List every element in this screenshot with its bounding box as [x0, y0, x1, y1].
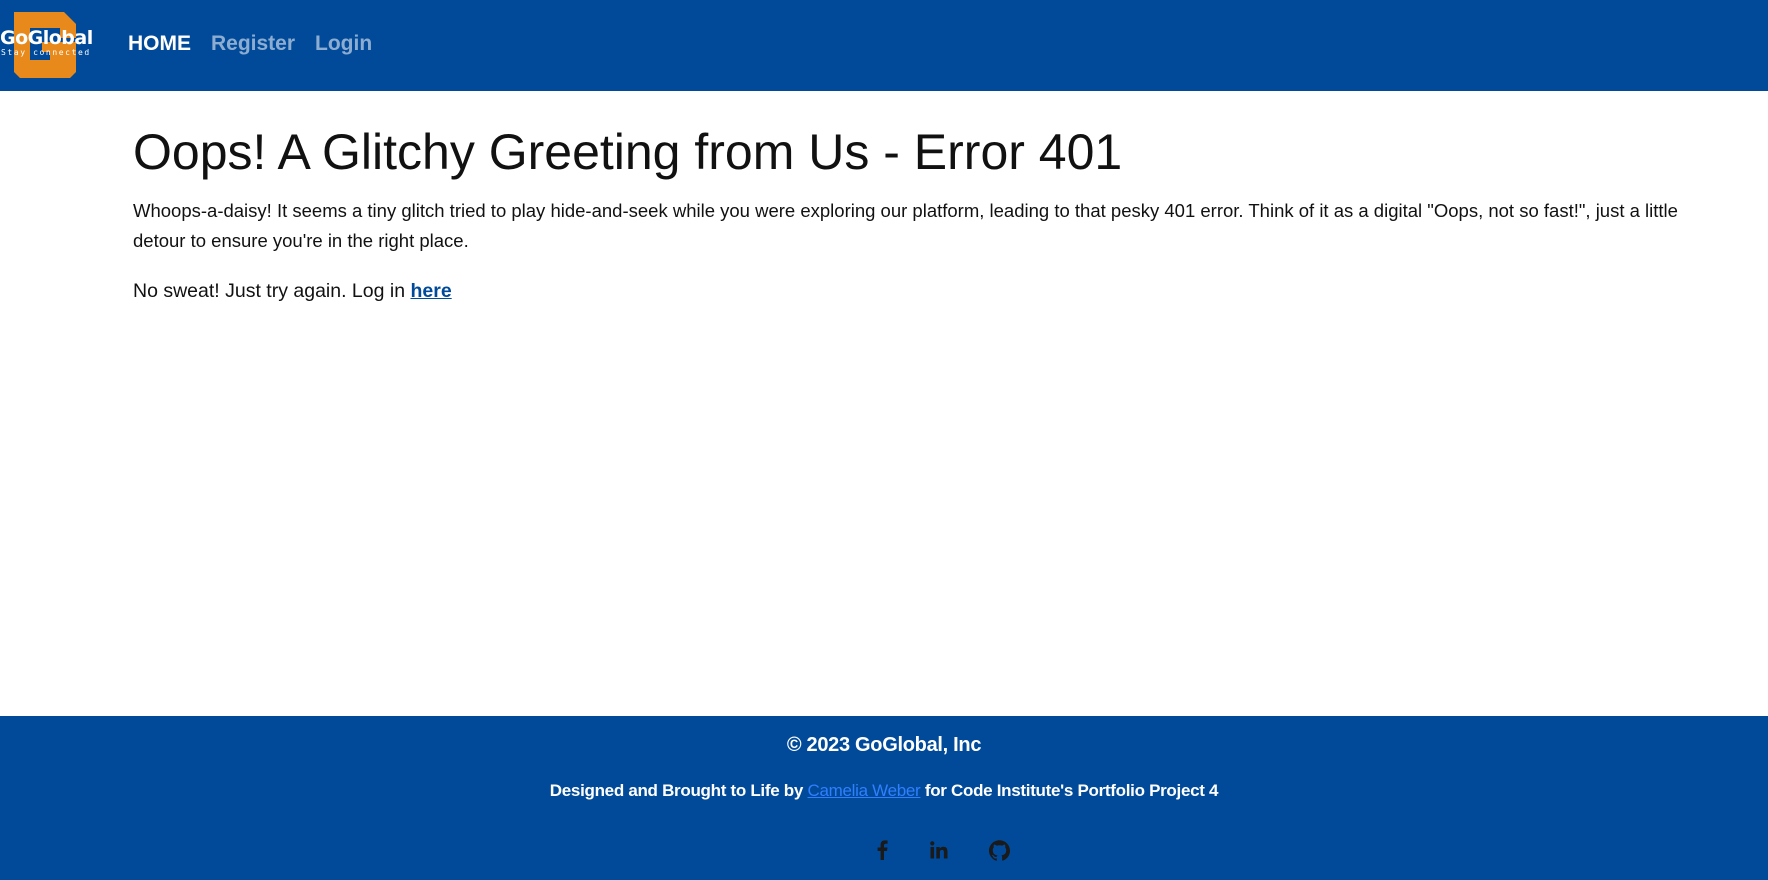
github-icon: [988, 839, 1010, 861]
brand-name: GoGlobal: [0, 27, 93, 49]
error-description: Whoops-a-daisy! It seems a tiny glitch t…: [133, 200, 1678, 251]
nav-register[interactable]: Register: [211, 29, 295, 59]
credits-suffix: for Code Institute's Portfolio Project 4: [920, 781, 1219, 800]
linkedin-link[interactable]: [926, 836, 952, 864]
brand-logo[interactable]: GoGlobal Stay connected: [0, 8, 100, 78]
credits-prefix: Designed and Brought to Life by: [549, 781, 808, 800]
error-content: Oops! A Glitchy Greeting from Us - Error…: [133, 120, 1733, 306]
linkedin-icon: [930, 841, 948, 859]
nav-login[interactable]: Login: [315, 29, 372, 59]
retry-message: No sweat! Just try again. Log in here: [133, 276, 1733, 306]
retry-prefix: No sweat! Just try again. Log in: [133, 280, 411, 302]
brand-tagline: Stay connected: [1, 48, 91, 57]
credits-text: Designed and Brought to Life by Camelia …: [0, 777, 1768, 805]
page-title: Oops! A Glitchy Greeting from Us - Error…: [133, 124, 1123, 180]
facebook-link[interactable]: [869, 836, 895, 864]
facebook-icon: [877, 840, 888, 860]
author-link[interactable]: Camelia Weber: [807, 781, 920, 800]
nav-home[interactable]: HOME: [128, 29, 191, 59]
main-nav: HOME Register Login: [128, 29, 372, 59]
github-link[interactable]: [986, 836, 1012, 864]
copyright-text: © 2023 GoGlobal, Inc: [786, 734, 982, 756]
navbar: GoGlobal Stay connected HOME Register Lo…: [0, 0, 1768, 91]
login-here-link[interactable]: here: [410, 280, 451, 302]
